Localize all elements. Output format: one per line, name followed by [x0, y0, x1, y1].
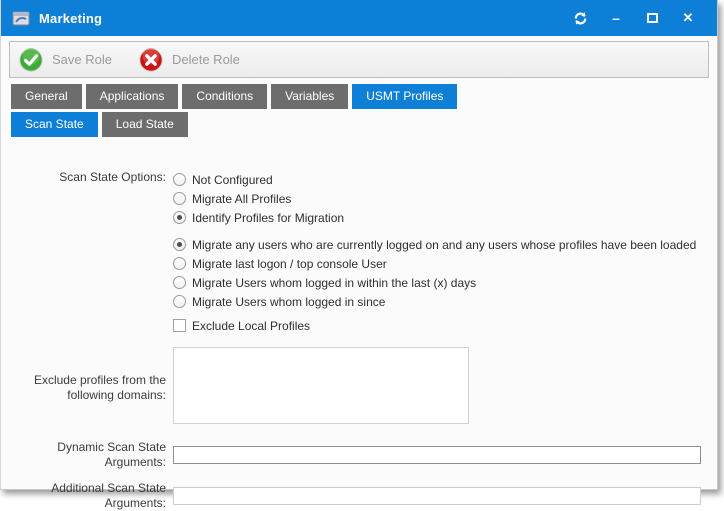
app-icon	[11, 9, 31, 27]
main-tabs: General Applications Conditions Variable…	[11, 84, 717, 109]
window-controls: – ✕	[569, 8, 707, 28]
scan-state-panel: Scan State Options: Not Configured Migra…	[1, 137, 717, 511]
toolbar: Save Role Delete Role	[9, 41, 709, 78]
additional-arguments-label: Additional Scan State Arguments:	[16, 481, 166, 511]
dynamic-arguments-row: Dynamic Scan State Arguments:	[1, 440, 717, 470]
scan-state-options-label: Scan State Options:	[1, 170, 173, 335]
tab-usmt-profiles[interactable]: USMT Profiles	[352, 84, 457, 109]
radio-logged-in-since-icon[interactable]	[173, 295, 186, 308]
radio-option[interactable]: Not Configured	[173, 170, 717, 189]
dynamic-arguments-input[interactable]	[173, 446, 701, 464]
save-check-icon	[18, 47, 44, 73]
radio-not-configured-icon[interactable]	[173, 173, 186, 186]
tab-scan-state[interactable]: Scan State	[11, 112, 98, 137]
tab-conditions[interactable]: Conditions	[182, 84, 267, 109]
tab-general[interactable]: General	[11, 84, 82, 109]
radio-last-x-days-icon[interactable]	[173, 276, 186, 289]
radio-migrate-all-icon[interactable]	[173, 192, 186, 205]
refresh-button[interactable]	[569, 8, 591, 28]
sub-tabs: Scan State Load State	[11, 112, 717, 137]
maximize-icon	[647, 13, 658, 23]
radio-option[interactable]: Migrate last logon / top console User	[173, 254, 717, 273]
scan-options-group: Not Configured Migrate All Profiles Iden…	[173, 170, 717, 227]
save-role-label: Save Role	[52, 52, 112, 67]
exclude-domains-textarea[interactable]	[173, 347, 469, 424]
close-button[interactable]: ✕	[677, 8, 699, 28]
exclude-domains-label: Exclude profiles from the following doma…	[16, 373, 166, 403]
marketing-window: Marketing – ✕ Save Role	[0, 0, 718, 490]
dynamic-arguments-label: Dynamic Scan State Arguments:	[16, 440, 166, 470]
minimize-button[interactable]: –	[605, 8, 627, 28]
additional-arguments-input[interactable]	[173, 487, 701, 505]
radio-option[interactable]: Migrate Users whom logged in since	[173, 292, 717, 311]
delete-x-icon	[138, 47, 164, 73]
tab-load-state[interactable]: Load State	[102, 112, 188, 137]
save-role-button[interactable]: Save Role	[18, 47, 112, 73]
radio-migrate-logged-on-icon[interactable]	[173, 238, 186, 251]
scan-state-options-row: Scan State Options: Not Configured Migra…	[1, 170, 717, 335]
radio-identify-profiles-icon[interactable]	[173, 211, 186, 224]
radio-option[interactable]: Identify Profiles for Migration	[173, 208, 717, 227]
radio-last-logon-icon[interactable]	[173, 257, 186, 270]
additional-arguments-row: Additional Scan State Arguments:	[1, 481, 717, 511]
tab-variables[interactable]: Variables	[271, 84, 348, 109]
delete-role-label: Delete Role	[172, 52, 240, 67]
titlebar: Marketing – ✕	[1, 0, 717, 36]
window-title: Marketing	[39, 11, 102, 26]
tab-applications[interactable]: Applications	[86, 84, 179, 109]
migration-method-group: Migrate any users who are currently logg…	[173, 235, 717, 311]
radio-option[interactable]: Migrate All Profiles	[173, 189, 717, 208]
maximize-button[interactable]	[641, 8, 663, 28]
exclude-local-profiles-checkbox[interactable]	[173, 319, 186, 332]
radio-option[interactable]: Migrate any users who are currently logg…	[173, 235, 717, 254]
radio-option[interactable]: Migrate Users whom logged in within the …	[173, 273, 717, 292]
exclude-local-profiles-option[interactable]: Exclude Local Profiles	[173, 316, 717, 335]
refresh-icon	[573, 11, 588, 26]
delete-role-button[interactable]: Delete Role	[138, 47, 240, 73]
exclude-domains-row: Exclude profiles from the following doma…	[1, 347, 717, 429]
